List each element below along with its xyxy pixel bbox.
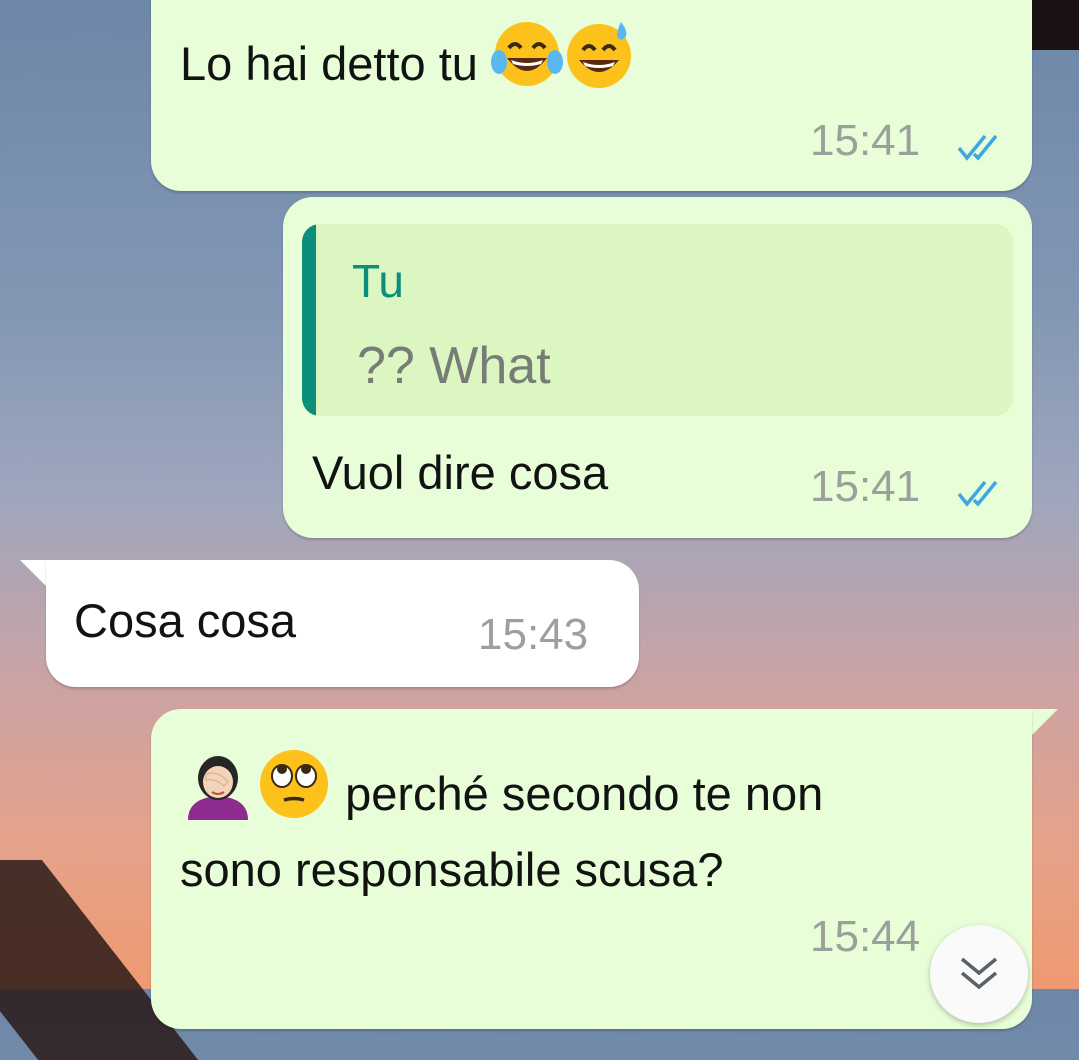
quote-accent-bar <box>302 224 316 416</box>
read-ticks-icon <box>957 134 998 161</box>
face-with-tears-of-joy-icon <box>490 18 563 107</box>
read-ticks-icon <box>957 480 998 507</box>
grinning-sweat-icon <box>563 18 635 107</box>
message-timestamp: 15:44 <box>810 912 921 961</box>
message-timestamp: 15:43 <box>478 610 589 659</box>
message-text: perché secondo te non sono responsabile … <box>180 744 1010 903</box>
double-chevron-down-icon <box>960 957 998 990</box>
message-timestamp: 15:41 <box>810 462 921 511</box>
woman-facepalming-icon <box>180 744 256 837</box>
message-text: Vuol dire cosa <box>312 446 609 499</box>
quote-author: Tu <box>352 255 404 307</box>
quoted-message[interactable]: Tu ?? What <box>302 224 1013 416</box>
message-timestamp: 15:41 <box>810 116 921 165</box>
message-text: Cosa cosa <box>74 594 297 647</box>
message-text: Lo hai detto tu <box>180 18 635 107</box>
scroll-to-bottom-button[interactable] <box>930 925 1028 1023</box>
quote-text: ?? What <box>357 337 551 395</box>
face-with-rolling-eyes-icon <box>256 744 332 837</box>
